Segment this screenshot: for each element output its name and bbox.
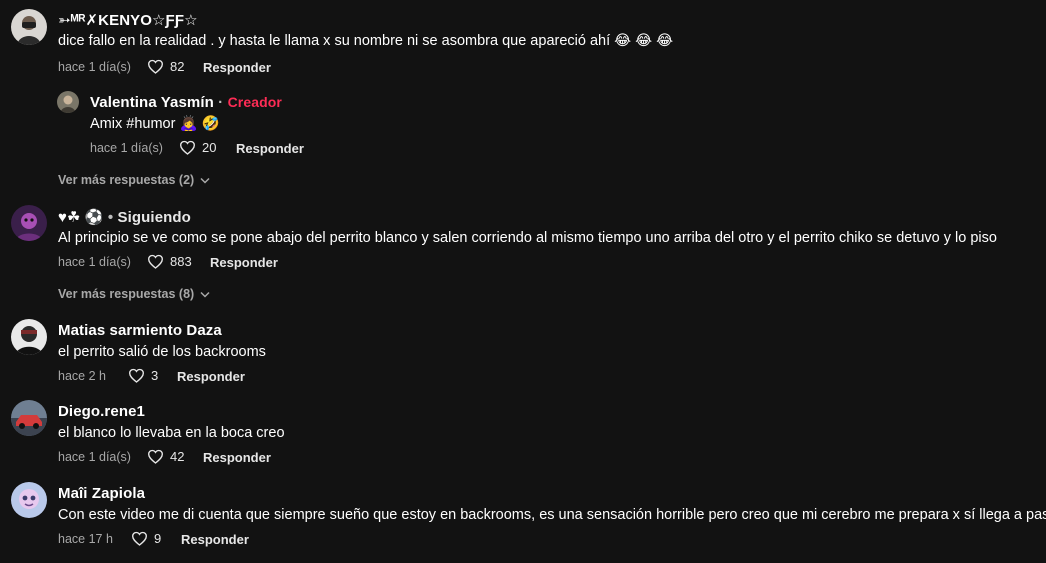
comment-text: el blanco lo llevaba en la boca creo (58, 425, 285, 441)
comment-time: hace 17 h (58, 532, 113, 546)
comment-time: hace 1 día(s) (58, 255, 131, 269)
avatar-image (11, 482, 47, 518)
separator: · (218, 94, 224, 111)
avatar[interactable] (11, 400, 47, 436)
comment-text: Al principio se ve como se pone abajo de… (58, 230, 997, 246)
like-button[interactable]: 42 (147, 449, 184, 464)
avatar[interactable] (11, 482, 47, 518)
view-more-label: Ver más respuestas (8) (58, 287, 195, 301)
like-count: 883 (170, 254, 192, 269)
heart-outline-icon (147, 254, 164, 269)
comment-time: hace 1 día(s) (90, 141, 163, 155)
heart-outline-icon (131, 531, 148, 546)
chevron-down-icon (200, 177, 210, 184)
comment-text: Amix #humor 🙇‍♀️ 🤣 (90, 116, 220, 132)
like-button[interactable]: 883 (147, 254, 192, 269)
view-more-label: Ver más respuestas (2) (58, 173, 195, 187)
comment-list: ➳ᴹᴿ✗KENYO☆ƑƑ☆ dice fallo en la realidad … (0, 0, 1046, 563)
heart-outline-icon (147, 59, 164, 74)
reply-button[interactable]: Responder (203, 60, 271, 75)
comment-time: hace 2 h (58, 369, 106, 383)
username[interactable]: ➳ᴹᴿ✗KENYO☆ƑƑ☆ (58, 11, 198, 29)
avatar[interactable] (57, 91, 79, 113)
username[interactable]: Valentina Yasmín (90, 94, 214, 111)
like-count: 3 (151, 368, 159, 383)
avatar-image (11, 319, 47, 355)
like-button[interactable]: 9 (131, 531, 161, 546)
chevron-down-icon (200, 291, 210, 298)
separator: • (107, 209, 114, 226)
reply-button[interactable]: Responder (210, 255, 278, 270)
heart-outline-icon (179, 140, 196, 155)
reply-button[interactable]: Responder (236, 141, 304, 156)
view-more-replies[interactable]: Ver más respuestas (8) (58, 287, 210, 301)
avatar[interactable] (11, 205, 47, 241)
reply-button[interactable]: Responder (181, 532, 249, 547)
heart-outline-icon (128, 368, 145, 383)
username[interactable]: Matias sarmiento Daza (58, 322, 222, 339)
comment-text: dice fallo en la realidad . y hasta le l… (58, 33, 674, 49)
reply-button[interactable]: Responder (177, 369, 245, 384)
like-button[interactable]: 82 (147, 59, 184, 74)
like-button[interactable]: 20 (179, 140, 216, 155)
username[interactable]: Diego.rene1 (58, 403, 145, 420)
like-count: 20 (202, 140, 217, 155)
comment-text: el perrito salió de los backrooms (58, 344, 266, 360)
following-status: Siguiendo (117, 209, 191, 226)
avatar-image (11, 400, 47, 436)
username[interactable]: Maîi Zapiola (58, 485, 145, 502)
creator-badge: Creador (227, 94, 282, 110)
view-more-replies[interactable]: Ver más respuestas (2) (58, 173, 210, 187)
like-count: 9 (154, 531, 162, 546)
like-count: 82 (170, 59, 185, 74)
avatar-image (11, 205, 47, 241)
avatar[interactable] (11, 319, 47, 355)
reply-button[interactable]: Responder (203, 450, 271, 465)
avatar-image (11, 9, 47, 45)
heart-outline-icon (147, 449, 164, 464)
comment-time: hace 1 día(s) (58, 450, 131, 464)
avatar[interactable] (11, 9, 47, 45)
like-count: 42 (170, 449, 185, 464)
avatar-image (57, 91, 79, 113)
username[interactable]: ♥☘ ⚽ (58, 209, 104, 226)
username-line: Valentina Yasmín · Creador (90, 94, 282, 111)
comment-time: hace 1 día(s) (58, 60, 131, 74)
like-button[interactable]: 3 (128, 368, 158, 383)
username-line: ♥☘ ⚽ • Siguiendo (58, 208, 191, 226)
comment-text: Con este video me di cuenta que siempre … (58, 507, 1046, 523)
